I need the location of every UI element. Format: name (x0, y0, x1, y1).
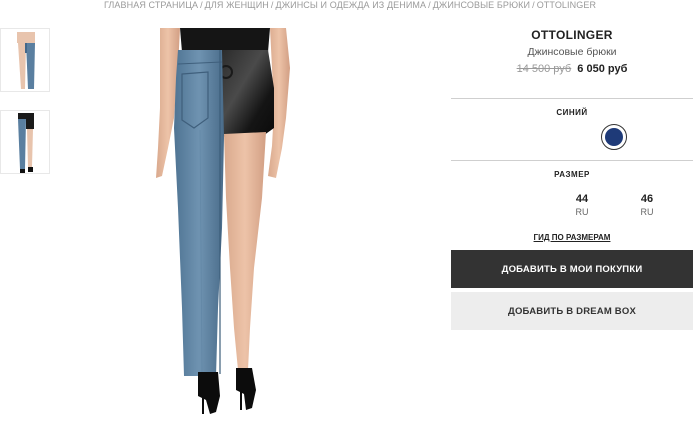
size-value: 44 (575, 193, 589, 205)
size-label: РАЗМЕР (554, 170, 590, 179)
product-info: OTTOLINGER Джинсовые брюки 14 500 руб 6 … (451, 26, 693, 75)
size-unit: RU (575, 207, 589, 217)
breadcrumb-women[interactable]: ДЛЯ ЖЕНЩИН (205, 0, 269, 10)
divider (451, 98, 693, 99)
add-to-dreambox-button[interactable]: ДОБАВИТЬ В DREAM BOX (451, 292, 693, 330)
breadcrumb-separator: / (200, 0, 203, 10)
breadcrumb: ГЛАВНАЯ СТРАНИЦА / ДЛЯ ЖЕНЩИН / ДЖИНСЫ И ОДЕ… (0, 0, 700, 11)
color-swatch-blue[interactable] (601, 124, 627, 150)
thumbnail-front[interactable] (0, 28, 50, 92)
thumbnail-back[interactable] (0, 110, 50, 174)
breadcrumb-jeans[interactable]: ДЖИНСОВЫЕ БРЮКИ (433, 0, 530, 10)
brand-name[interactable]: OTTOLINGER (451, 28, 693, 42)
size-unit: RU (640, 207, 654, 217)
divider (451, 160, 693, 161)
breadcrumb-separator: / (270, 0, 274, 10)
thumbnail-back-image (1, 111, 49, 173)
size-option-44[interactable]: 44 RU (567, 193, 597, 217)
breadcrumb-brand: OTTOLINGER (536, 0, 597, 10)
product-type: Джинсовые брюки (527, 46, 617, 58)
old-price: 14 500 руб (516, 63, 572, 75)
thumbnail-front-image (1, 29, 49, 91)
size-guide-link[interactable]: ГИД ПО РАЗМЕРАМ (451, 233, 693, 242)
size-option-46[interactable]: 46 RU (632, 193, 662, 217)
product-photo (98, 28, 348, 420)
price-block: 14 500 руб 6 050 руб (451, 63, 693, 75)
breadcrumb-separator: / (428, 0, 431, 10)
color-swatch-fill (605, 128, 623, 146)
breadcrumb-home[interactable]: ГЛАВНАЯ СТРАНИЦА (104, 0, 198, 10)
size-value: 46 (640, 193, 654, 205)
breadcrumb-separator: / (532, 0, 535, 10)
color-label: СИНИЙ (556, 108, 588, 117)
product-main-image[interactable] (98, 28, 348, 420)
breadcrumb-denim[interactable]: ДЖИНСЫ И ОДЕЖДА ИЗ ДЕНИМА (276, 0, 427, 10)
sale-price: 6 050 руб (577, 63, 628, 75)
add-to-cart-button[interactable]: ДОБАВИТЬ В МОИ ПОКУПКИ (451, 250, 693, 288)
